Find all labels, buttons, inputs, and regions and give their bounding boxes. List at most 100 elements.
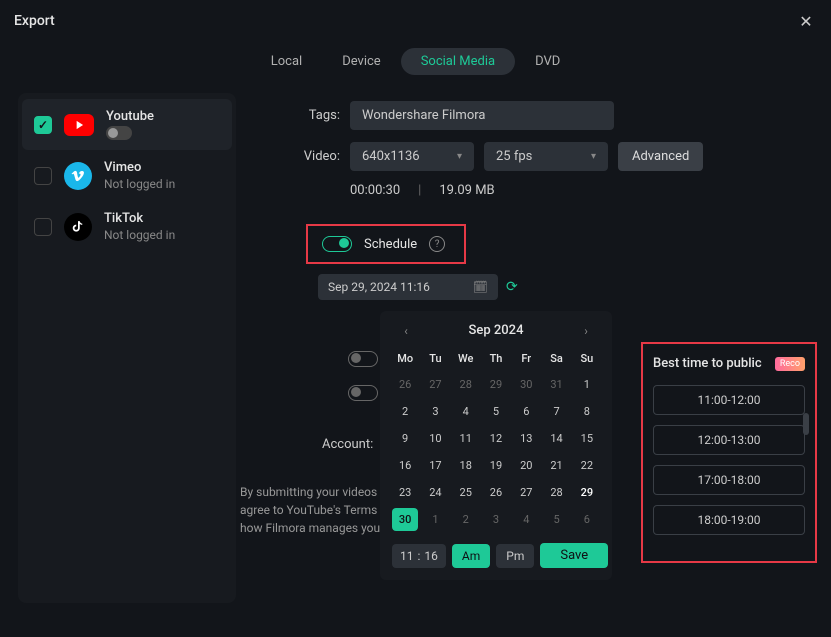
calendar-day[interactable]: 28 — [543, 481, 569, 504]
tab-social-media[interactable]: Social Media — [401, 48, 515, 75]
vimeo-label: Vimeo — [104, 160, 175, 175]
filesize-value: 19.09 MB — [439, 183, 494, 198]
close-button[interactable]: ✕ — [795, 10, 817, 32]
advanced-button[interactable]: Advanced — [618, 142, 703, 171]
help-icon[interactable]: ? — [429, 236, 445, 252]
dow-label: Tu — [422, 348, 448, 369]
calendar-day[interactable]: 6 — [574, 508, 600, 531]
calendar-day[interactable]: 6 — [513, 400, 539, 423]
resolution-value: 640x1136 — [362, 149, 420, 164]
tiktok-status: Not logged in — [104, 228, 175, 242]
tiktok-label: TikTok — [104, 211, 175, 226]
calendar-day[interactable]: 30 — [513, 373, 539, 396]
calendar-day[interactable]: 7 — [543, 400, 569, 423]
time-slot[interactable]: 18:00-19:00 — [653, 505, 805, 535]
vimeo-icon — [64, 162, 92, 190]
calendar-day[interactable]: 16 — [392, 454, 418, 477]
calendar-day[interactable]: 22 — [574, 454, 600, 477]
calendar-day[interactable]: 17 — [422, 454, 448, 477]
dow-label: Th — [483, 348, 509, 369]
calendar-day[interactable]: 2 — [392, 400, 418, 423]
datetime-display[interactable]: Sep 29, 2024 11:16 🗓 — [318, 274, 498, 300]
youtube-label: Youtube — [106, 109, 154, 124]
calendar-day[interactable]: 13 — [513, 427, 539, 450]
calendar-day[interactable]: 18 — [453, 454, 479, 477]
calendar-day[interactable]: 19 — [483, 454, 509, 477]
calendar-day[interactable]: 9 — [392, 427, 418, 450]
prev-month-button[interactable]: ‹ — [398, 324, 414, 338]
calendar-day[interactable]: 3 — [483, 508, 509, 531]
best-time-title: Best time to public — [653, 356, 762, 371]
dow-label: Fr — [513, 348, 539, 369]
calendar-day[interactable]: 15 — [574, 427, 600, 450]
month-label: Sep 2024 — [469, 323, 524, 338]
time-slot[interactable]: 17:00-18:00 — [653, 465, 805, 495]
calendar-day[interactable]: 27 — [513, 481, 539, 504]
platform-youtube[interactable]: Youtube — [22, 99, 232, 150]
vimeo-status: Not logged in — [104, 177, 175, 191]
calendar-day[interactable]: 1 — [574, 373, 600, 396]
calendar-day[interactable]: 20 — [513, 454, 539, 477]
youtube-checkbox[interactable] — [34, 116, 52, 134]
calendar-day[interactable]: 5 — [483, 400, 509, 423]
resolution-select[interactable]: 640x1136 ▾ — [350, 142, 474, 171]
calendar-day[interactable]: 30 — [392, 508, 418, 531]
calendar-day[interactable]: 24 — [422, 481, 448, 504]
calendar-day[interactable]: 1 — [422, 508, 448, 531]
calendar-day[interactable]: 14 — [543, 427, 569, 450]
calendar-day[interactable]: 21 — [543, 454, 569, 477]
calendar-day[interactable]: 2 — [453, 508, 479, 531]
save-button[interactable]: Save — [540, 543, 608, 568]
calendar-day[interactable]: 27 — [422, 373, 448, 396]
extra-toggle-1[interactable] — [348, 351, 378, 367]
platform-vimeo[interactable]: Vimeo Not logged in — [22, 150, 232, 201]
refresh-icon[interactable]: ⟳ — [506, 279, 518, 295]
calendar-day[interactable]: 12 — [483, 427, 509, 450]
account-label: Account: — [322, 437, 373, 452]
calendar-day[interactable]: 4 — [513, 508, 539, 531]
calendar-day[interactable]: 28 — [453, 373, 479, 396]
calendar-day[interactable]: 8 — [574, 400, 600, 423]
dow-label: Mo — [392, 348, 418, 369]
fps-select[interactable]: 25 fps ▾ — [484, 142, 608, 171]
next-month-button[interactable]: › — [578, 324, 594, 338]
pm-button[interactable]: Pm — [496, 544, 534, 568]
calendar-day[interactable]: 31 — [543, 373, 569, 396]
calendar-day[interactable]: 26 — [392, 373, 418, 396]
window-title: Export — [14, 13, 55, 29]
calendar-day[interactable]: 23 — [392, 481, 418, 504]
fps-value: 25 fps — [496, 149, 532, 164]
tiktok-icon — [64, 213, 92, 241]
calendar-day[interactable]: 29 — [483, 373, 509, 396]
minute-value: 16 — [424, 549, 438, 563]
extra-toggle-2[interactable] — [348, 385, 378, 401]
calendar-day[interactable]: 25 — [453, 481, 479, 504]
schedule-section: Schedule ? — [306, 224, 466, 264]
tab-dvd[interactable]: DVD — [515, 48, 580, 75]
time-slot[interactable]: 11:00-12:00 — [653, 385, 805, 415]
vimeo-checkbox[interactable] — [34, 167, 52, 185]
chevron-down-icon: ▾ — [457, 151, 462, 162]
schedule-toggle[interactable] — [322, 236, 352, 252]
calendar-day[interactable]: 3 — [422, 400, 448, 423]
youtube-subtoggle[interactable] — [106, 126, 132, 140]
calendar-day[interactable]: 10 — [422, 427, 448, 450]
reco-badge: Reco — [775, 357, 805, 371]
tab-device[interactable]: Device — [322, 48, 401, 75]
youtube-icon — [64, 114, 94, 136]
schedule-label: Schedule — [364, 237, 417, 252]
calendar-day[interactable]: 26 — [483, 481, 509, 504]
calendar-day[interactable]: 11 — [453, 427, 479, 450]
am-button[interactable]: Am — [452, 544, 490, 568]
tab-local[interactable]: Local — [251, 48, 322, 75]
calendar-day[interactable]: 5 — [543, 508, 569, 531]
time-input[interactable]: 11 : 16 — [392, 544, 446, 568]
time-slot[interactable]: 12:00-13:00 — [653, 425, 805, 455]
chevron-down-icon: ▾ — [591, 151, 596, 162]
dow-label: Sa — [543, 348, 569, 369]
platform-tiktok[interactable]: TikTok Not logged in — [22, 201, 232, 252]
calendar-day[interactable]: 29 — [574, 481, 600, 504]
calendar-day[interactable]: 4 — [453, 400, 479, 423]
tags-input[interactable] — [350, 101, 614, 130]
tiktok-checkbox[interactable] — [34, 218, 52, 236]
